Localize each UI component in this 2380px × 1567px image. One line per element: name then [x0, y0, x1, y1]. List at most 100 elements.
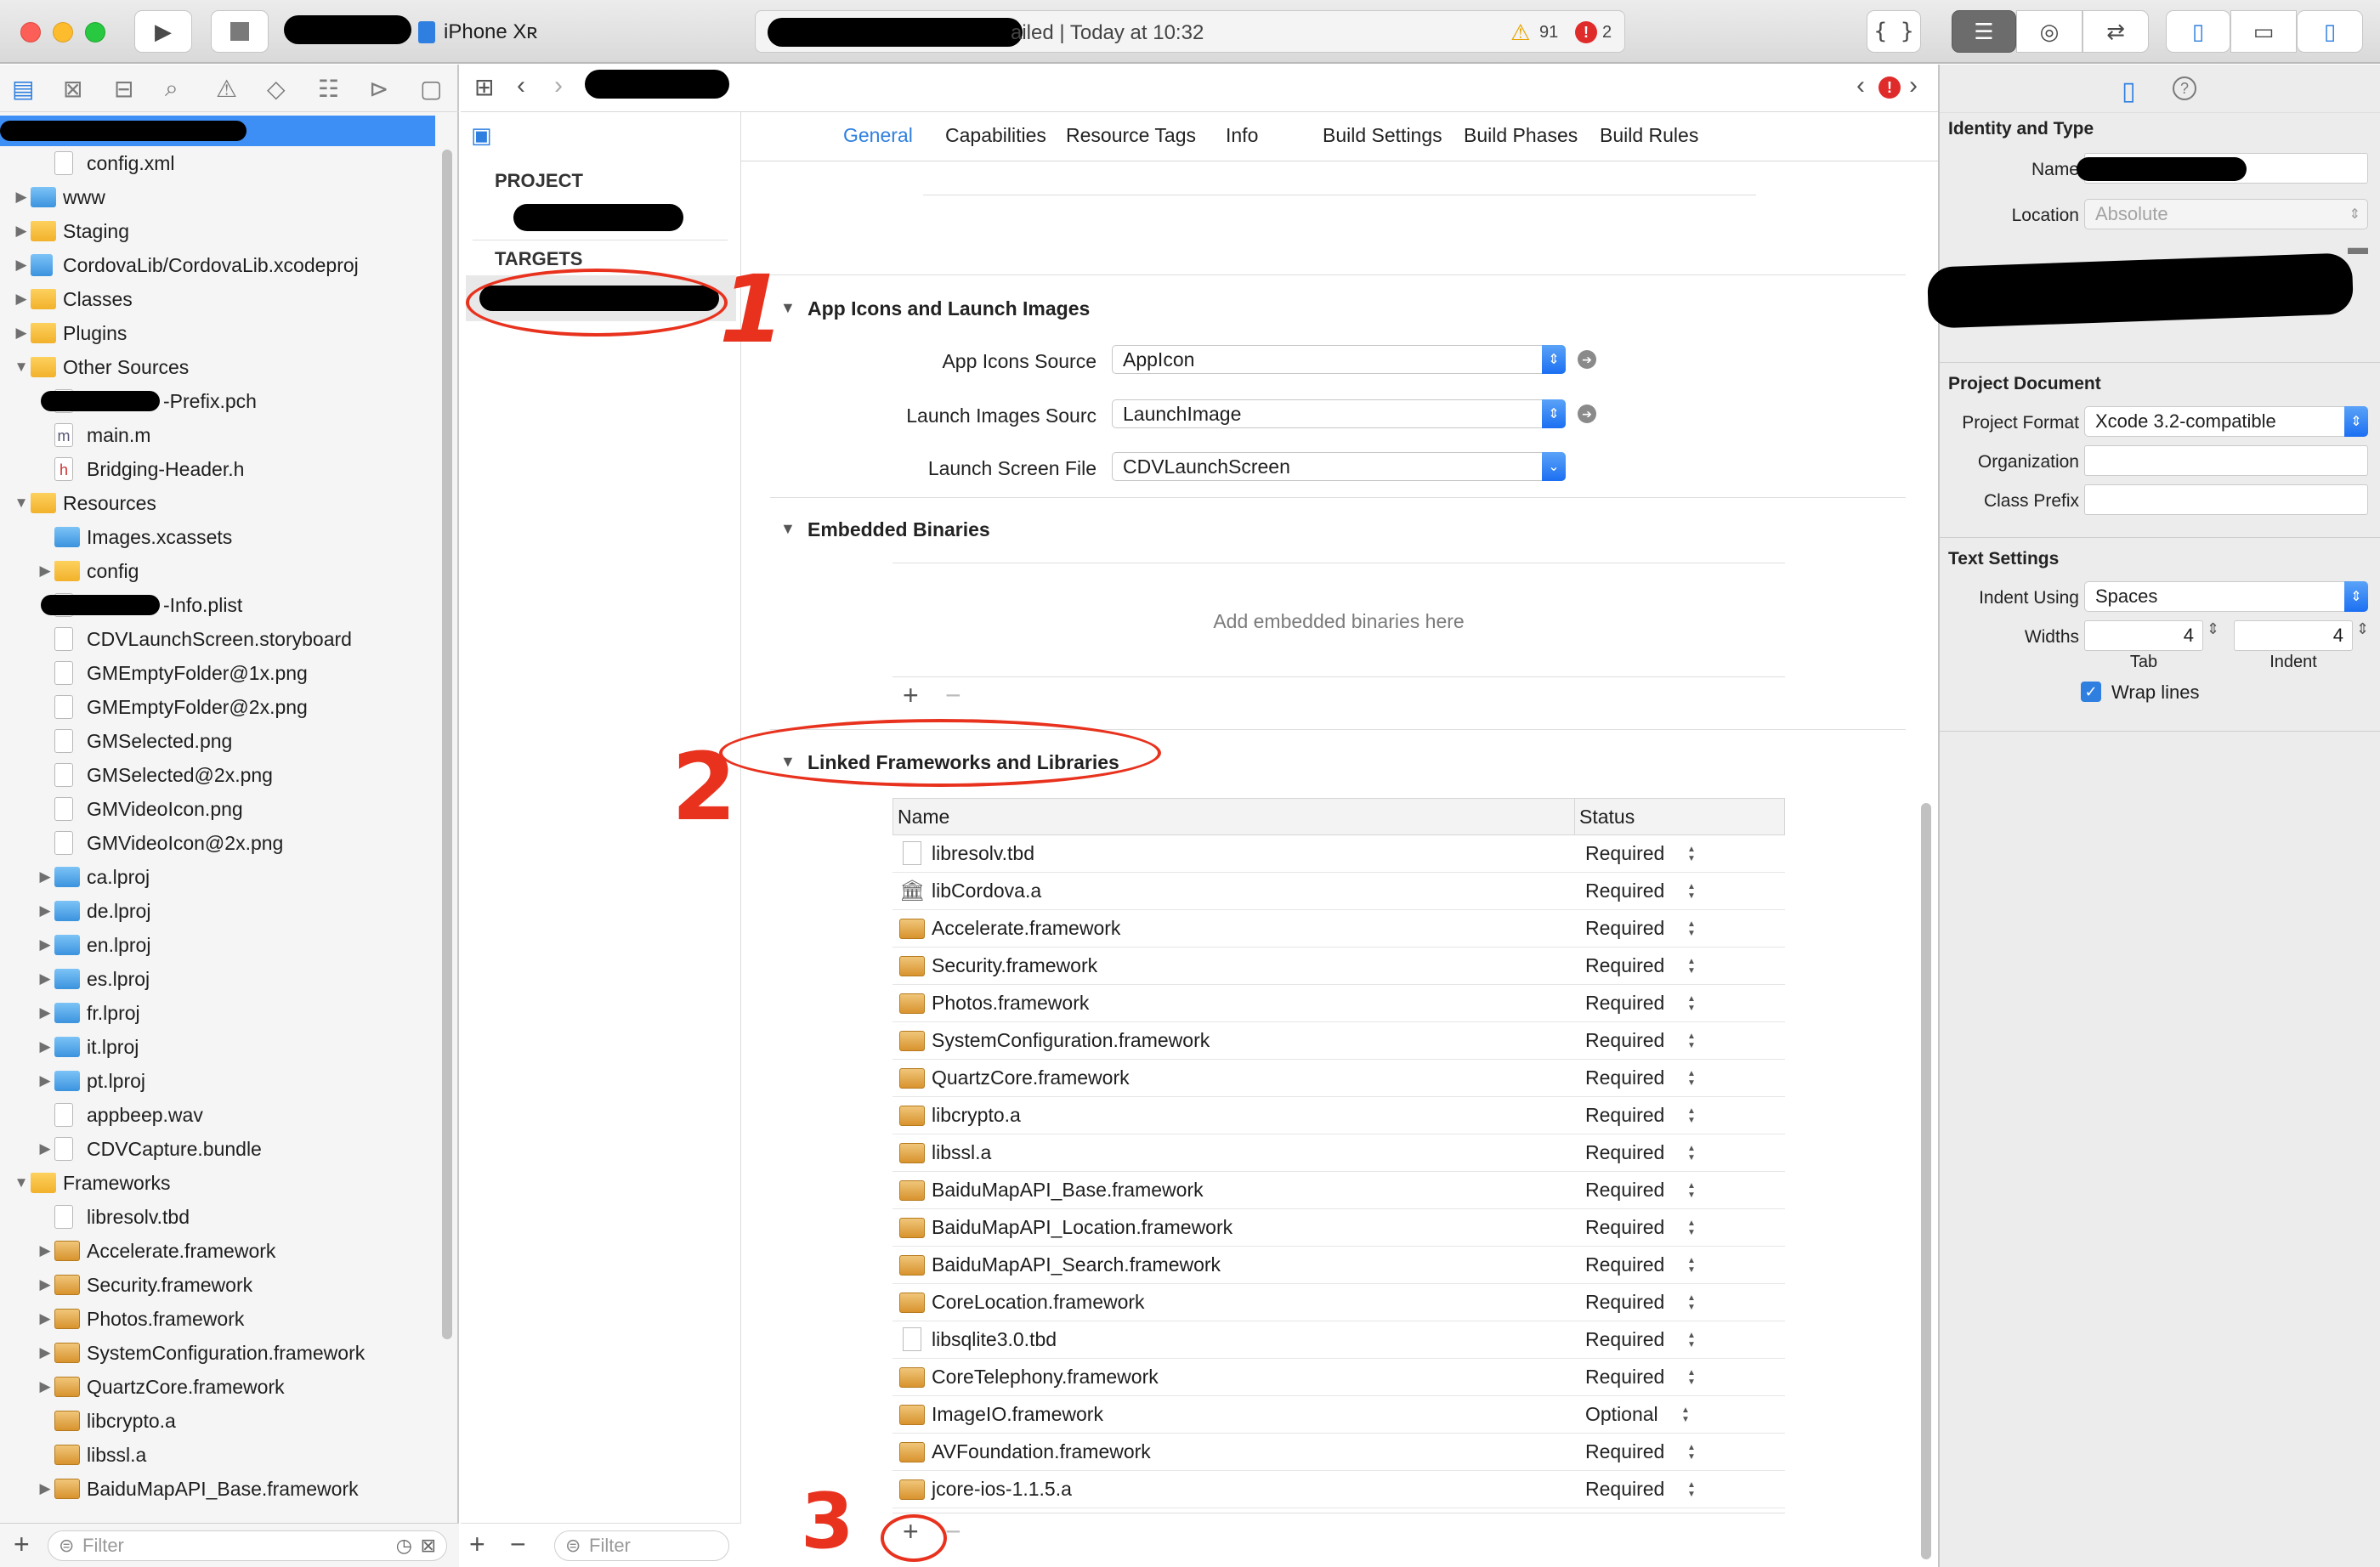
tab-resource-tags[interactable]: Resource Tags — [1066, 124, 1196, 147]
disclosure-closed-icon[interactable]: ▶ — [36, 1276, 54, 1293]
close-window-button[interactable] — [20, 22, 41, 42]
tree-row[interactable]: ▶ CDVCapture.bundle — [0, 1132, 442, 1166]
standard-editor-button[interactable]: ☰ — [1952, 10, 2016, 53]
tree-row[interactable]: ▶ es.lproj — [0, 962, 442, 996]
library-status-popup[interactable]: Required — [1585, 1291, 1664, 1314]
navigator-filter-field[interactable]: ⊜ Filter ◷ ⊠ — [48, 1530, 447, 1561]
add-target-icon[interactable]: + — [469, 1529, 485, 1560]
stepper-arrows-icon[interactable]: ▲ ▼ — [1687, 1144, 1696, 1163]
toggle-inspector-button[interactable]: ▯ — [2297, 10, 2363, 53]
tab-build-phases[interactable]: Build Phases — [1464, 124, 1578, 147]
disclosure-triangle-icon[interactable]: ▼ — [780, 520, 796, 538]
library-row[interactable]: QuartzCore.framework Required ▲ ▼ — [892, 1060, 1785, 1097]
library-row[interactable]: AVFoundation.framework Required ▲ ▼ — [892, 1434, 1785, 1471]
hide-list-icon[interactable]: ▣ — [471, 122, 492, 149]
stepper-arrows-icon[interactable]: ▲ ▼ — [1687, 882, 1696, 901]
library-row[interactable]: BaiduMapAPI_Base.framework Required ▲ ▼ — [892, 1172, 1785, 1209]
library-row[interactable]: ImageIO.framework Optional ▲ ▼ — [892, 1396, 1785, 1434]
grid-icon[interactable]: ⊞ — [474, 73, 494, 101]
disclosure-open-icon[interactable]: ▼ — [12, 359, 31, 376]
tab-info[interactable]: Info — [1226, 124, 1258, 147]
disclosure-closed-icon[interactable]: ▶ — [36, 1480, 54, 1497]
tree-row[interactable]: ▶ fr.lproj — [0, 996, 442, 1030]
editor-scrollbar[interactable] — [1921, 803, 1931, 1559]
library-status-popup[interactable]: Required — [1585, 992, 1664, 1015]
source-control-icon[interactable]: ⊠ — [63, 75, 82, 103]
disclosure-closed-icon[interactable]: ▶ — [12, 291, 31, 308]
back-icon[interactable]: ‹ — [517, 71, 525, 100]
tree-row[interactable]: -Info.plist — [0, 588, 442, 622]
tree-row[interactable]: GMEmptyFolder@1x.png — [0, 656, 442, 690]
library-status-popup[interactable]: Required — [1585, 1440, 1664, 1463]
file-inspector-icon[interactable]: ▯ — [2122, 76, 2136, 106]
selected-project-row[interactable] — [0, 116, 435, 146]
name-field[interactable] — [2077, 153, 2368, 184]
library-status-popup[interactable]: Required — [1585, 1328, 1664, 1351]
tree-row[interactable]: Images.xcassets — [0, 520, 442, 554]
disclosure-closed-icon[interactable]: ▶ — [36, 1038, 54, 1055]
warning-count[interactable]: 91 — [1539, 23, 1558, 42]
redacted-project-item[interactable] — [513, 204, 683, 231]
remove-library-icon[interactable]: − — [945, 1516, 961, 1547]
tree-row[interactable]: ▶ CordovaLib/CordovaLib.xcodeproj — [0, 248, 442, 282]
tree-row[interactable]: ▶ Accelerate.framework — [0, 1234, 442, 1268]
class-prefix-field[interactable] — [2084, 484, 2368, 515]
stepper-arrows-icon[interactable]: ▲ ▼ — [1687, 957, 1696, 976]
version-editor-button[interactable]: ⇄ — [2082, 10, 2149, 53]
scm-filter-icon[interactable]: ⊠ — [421, 1535, 436, 1557]
library-status-popup[interactable]: Required — [1585, 1179, 1664, 1202]
disclosure-closed-icon[interactable]: ▶ — [12, 189, 31, 206]
tree-row[interactable]: ▶ de.lproj — [0, 894, 442, 928]
tree-row[interactable]: m main.m — [0, 418, 442, 452]
tree-row[interactable]: CDVLaunchScreen.storyboard — [0, 622, 442, 656]
library-button[interactable]: { } — [1867, 10, 1921, 53]
scheme-selector[interactable]: iPhone Xʀ — [418, 19, 537, 46]
disclosure-closed-icon[interactable]: ▶ — [12, 325, 31, 342]
stepper-arrows-icon[interactable]: ▲ ▼ — [1687, 1106, 1696, 1125]
tree-row[interactable]: ▶ SystemConfiguration.framework — [0, 1336, 442, 1370]
organization-field[interactable] — [2084, 445, 2368, 476]
disclosure-closed-icon[interactable]: ▶ — [36, 1072, 54, 1089]
assistant-editor-button[interactable]: ◎ — [2016, 10, 2082, 53]
tab-capabilities[interactable]: Capabilities — [945, 124, 1046, 147]
tree-row[interactable]: ▶ pt.lproj — [0, 1064, 442, 1098]
library-row[interactable]: jcore-ios-1.1.5.a Required ▲ ▼ — [892, 1471, 1785, 1508]
stepper-arrows-icon[interactable]: ▲ ▼ — [1687, 1443, 1696, 1462]
disclosure-open-icon[interactable]: ▼ — [12, 1174, 31, 1191]
library-row[interactable]: libssl.a Required ▲ ▼ — [892, 1134, 1785, 1172]
tree-row[interactable]: ▶ Photos.framework — [0, 1302, 442, 1336]
stop-button[interactable] — [211, 10, 269, 53]
library-status-popup[interactable]: Required — [1585, 1029, 1664, 1052]
tree-row[interactable]: ▼ Frameworks — [0, 1166, 442, 1200]
minimize-window-button[interactable] — [53, 22, 73, 42]
library-row[interactable]: CoreTelephony.framework Required ▲ ▼ — [892, 1359, 1785, 1396]
folder-icon[interactable]: ▤ — [12, 75, 34, 103]
disclosure-closed-icon[interactable]: ▶ — [36, 1310, 54, 1327]
stepper-arrows-icon[interactable]: ▲ ▼ — [1687, 1256, 1696, 1275]
stepper-arrows-icon[interactable]: ▲ ▼ — [1687, 845, 1696, 863]
forward-icon[interactable]: › — [554, 71, 563, 100]
tree-row[interactable]: ▼ Resources — [0, 486, 442, 520]
tree-row[interactable]: libcrypto.a — [0, 1404, 442, 1438]
tree-row[interactable]: GMSelected@2x.png — [0, 758, 442, 792]
tree-row[interactable]: ▶ www — [0, 180, 442, 214]
tree-row[interactable]: GMSelected.png — [0, 724, 442, 758]
disclosure-closed-icon[interactable]: ▶ — [36, 1344, 54, 1361]
report-icon[interactable]: ▢ — [420, 75, 442, 103]
remove-embedded-icon[interactable]: − — [945, 680, 961, 711]
library-status-popup[interactable]: Required — [1585, 1104, 1664, 1127]
disclosure-closed-icon[interactable]: ▶ — [36, 1004, 54, 1021]
disclosure-closed-icon[interactable]: ▶ — [36, 970, 54, 987]
disclosure-closed-icon[interactable]: ▶ — [12, 257, 31, 274]
library-status-popup[interactable]: Required — [1585, 880, 1664, 902]
column-name[interactable]: Name — [898, 806, 949, 829]
library-status-popup[interactable]: Required — [1585, 1253, 1664, 1276]
add-embedded-icon[interactable]: + — [903, 680, 919, 711]
tab-general[interactable]: General — [843, 124, 913, 147]
search-icon[interactable]: ⌕ — [165, 75, 178, 103]
add-icon[interactable]: + — [14, 1529, 30, 1560]
go-arrow-icon[interactable]: ➔ — [1578, 350, 1596, 369]
tree-row[interactable]: ▶ Staging — [0, 214, 442, 248]
help-icon[interactable]: ? — [2173, 76, 2196, 100]
tree-row[interactable]: GMVideoIcon.png — [0, 792, 442, 826]
